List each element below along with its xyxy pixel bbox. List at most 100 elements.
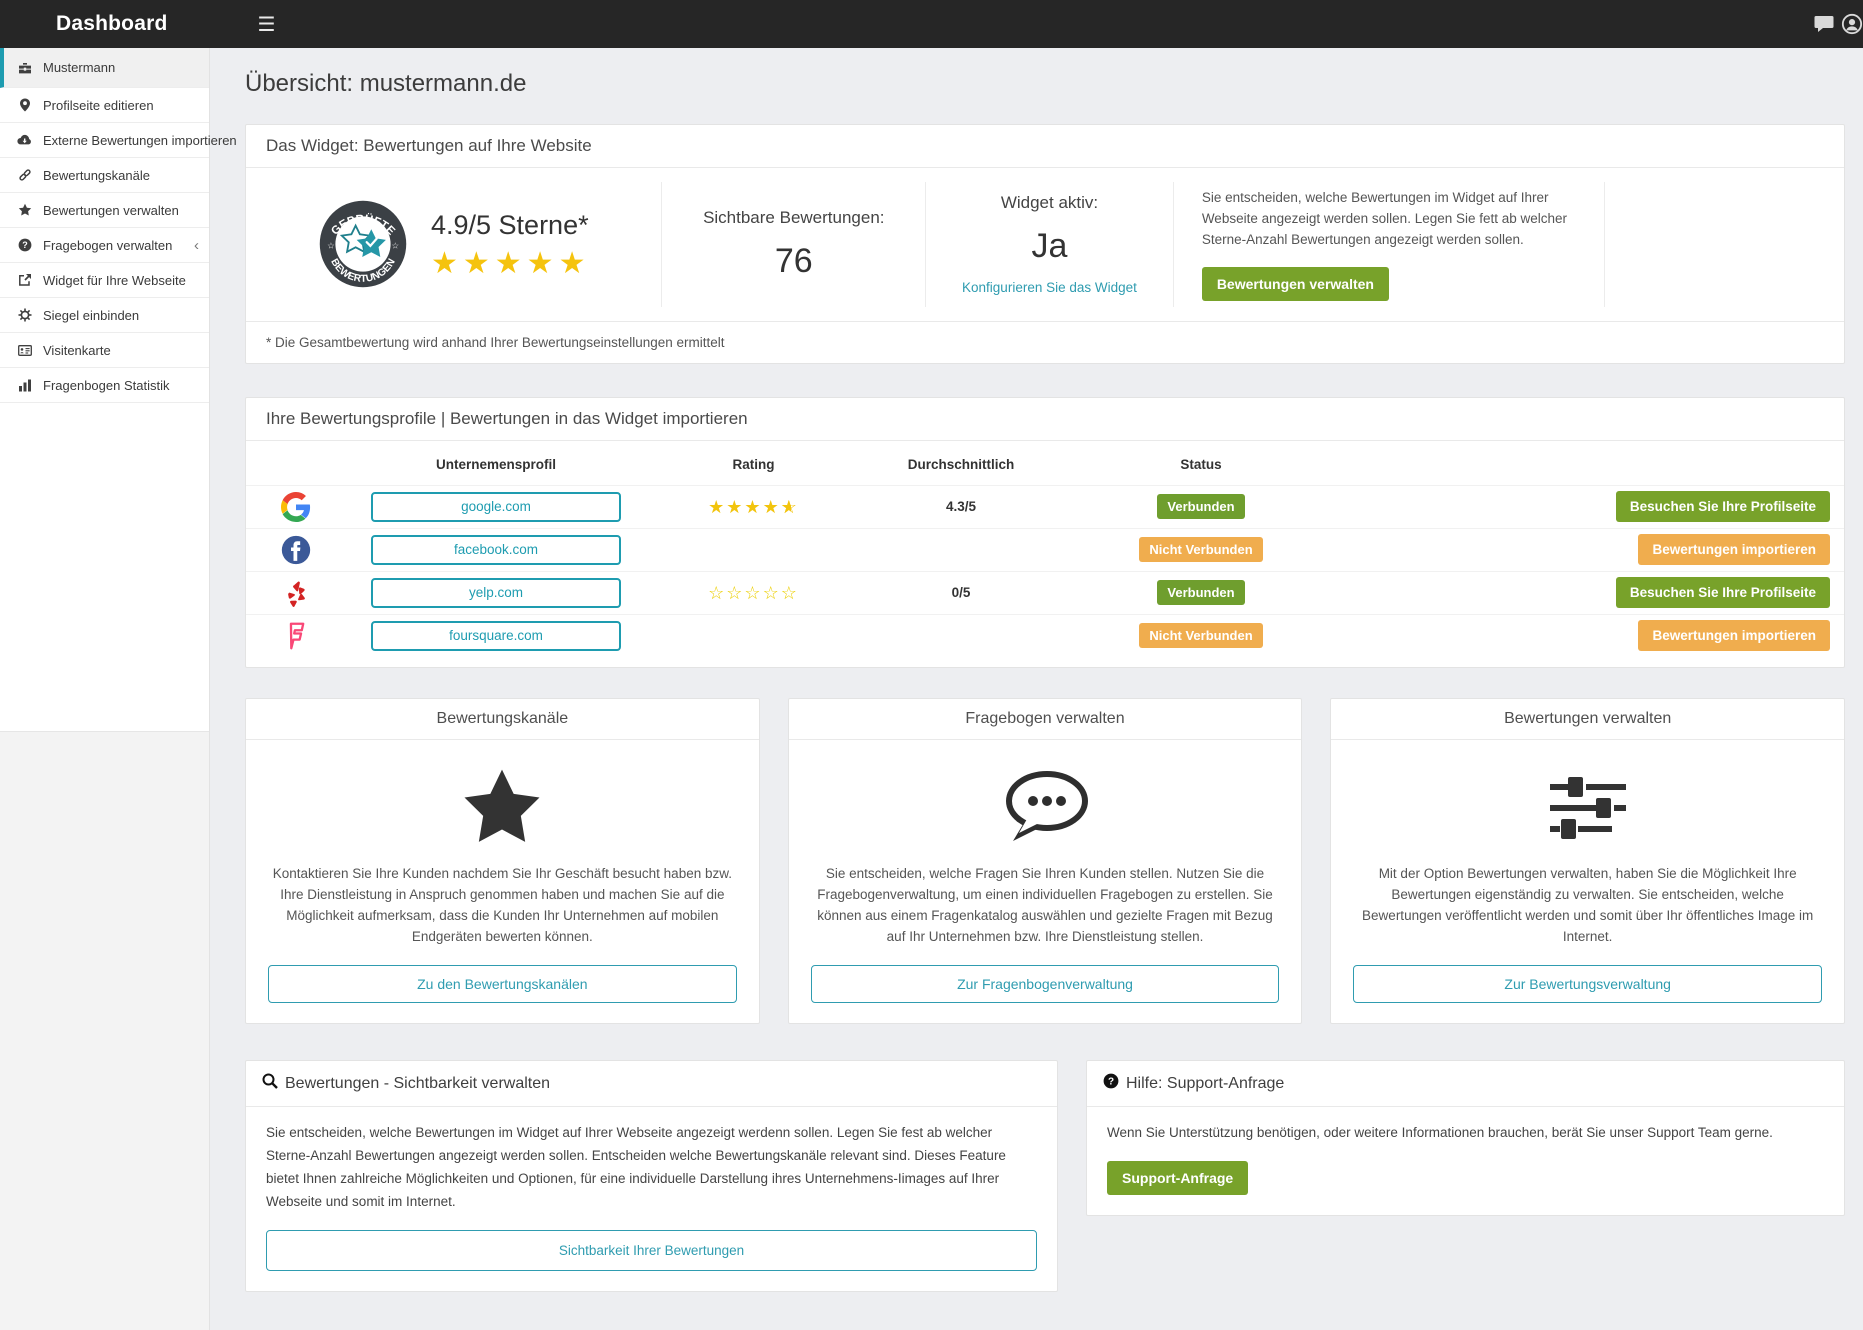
star-icon [460,762,544,854]
support-request-button[interactable]: Support-Anfrage [1107,1161,1248,1195]
feature-card-title: Bewertungskanäle [246,699,759,740]
id-card-icon [16,345,33,356]
svg-text:?: ? [1108,1077,1114,1088]
profile-link-foursquare[interactable]: foursquare.com [371,621,621,651]
widget-description-text: Sie entscheiden, welche Bewertungen im W… [1202,188,1576,251]
sidebar-item-fragenbogen-statistik[interactable]: Fragenbogen Statistik [0,368,209,403]
widget-active-label: Widget aktiv: [1001,193,1098,213]
widget-active-value: Ja [1032,227,1068,266]
cloud-download-icon [16,134,33,146]
feature-card-bewertungskanaele: Bewertungskanäle Kontaktieren Sie Ihre K… [245,698,760,1025]
profile-link-google[interactable]: google.com [371,492,621,522]
sidebar-item-externe-bewertungen-importieren[interactable]: Externe Bewertungen importieren [0,123,209,158]
sidebar-item-bewertungen-verwalten[interactable]: Bewertungen verwalten [0,193,209,228]
goto-bewertungskanaele-button[interactable]: Zu den Bewertungskanälen [268,965,737,1003]
help-card-text: Wenn Sie Unterstützung benötigen, oder w… [1107,1122,1824,1145]
profiles-card-header: Ihre Bewertungsprofile | Bewertungen in … [246,398,1844,441]
overall-rating-text: 4.9/5 Sterne* [431,210,590,241]
table-row-foursquare: foursquare.com Nicht Verbunden Bewertung… [246,614,1844,657]
svg-text:☆: ☆ [392,242,399,251]
status-badge-facebook: Nicht Verbunden [1139,537,1262,562]
briefcase-icon [16,61,33,75]
feature-card-bewertungen-verwalten: Bewertungen verwalten Mit der Option Bew… [1330,698,1845,1025]
sidebar-item-bewertungskanaele[interactable]: Bewertungskanäle [0,158,209,193]
column-header-average: Durchschnittlich [861,457,1061,472]
column-header-rating: Rating [646,457,861,472]
chat-icon[interactable] [1807,15,1841,33]
widget-footnote: * Die Gesamtbewertung wird anhand Ihrer … [246,321,1844,363]
sidebar-item-widget-fuer-ihre-webseite[interactable]: Widget für Ihre Webseite [0,263,209,298]
sidebar: Mustermann Profilseite editieren Externe… [0,48,210,1330]
map-marker-icon [16,98,33,112]
star-icon [16,203,33,217]
visibility-card-text: Sie entscheiden, welche Bewertungen im W… [266,1122,1037,1214]
help-card-title: Hilfe: Support-Anfrage [1126,1075,1284,1093]
visibility-card: Bewertungen - Sichtbarkeit verwalten Sie… [245,1060,1058,1292]
sidebar-item-siegel-einbinden[interactable]: Siegel einbinden [0,298,209,333]
page-title: Übersicht: mustermann.de [245,70,1845,98]
google-icon [246,492,346,522]
link-icon [16,168,33,182]
yelp-icon [246,579,346,607]
goto-bewertungsverwaltung-button[interactable]: Zur Bewertungsverwaltung [1353,965,1822,1003]
manage-reviews-button[interactable]: Bewertungen verwalten [1202,267,1389,301]
profile-link-facebook[interactable]: facebook.com [371,535,621,565]
chat-bubble-glyph [1814,15,1834,33]
overall-rating-stars-icon: ★★★★★ [431,249,590,279]
user-circle-glyph [1841,12,1863,36]
hamburger-menu-icon[interactable]: ☰ [258,12,276,37]
feature-card-fragebogen-verwalten: Fragebogen verwalten Sie entscheiden, we… [788,698,1303,1025]
app-title: Dashboard [56,12,168,36]
help-card: ? Hilfe: Support-Anfrage Wenn Sie Unters… [1086,1060,1845,1216]
visit-profile-button-google[interactable]: Besuchen Sie Ihre Profilseite [1616,491,1830,522]
widget-card: Das Widget: Bewertungen auf Ihre Website… [245,124,1845,364]
svg-text:?: ? [22,240,28,250]
widget-active-cell: Widget aktiv: Ja Konfigurieren Sie das W… [925,182,1173,307]
table-row-google: google.com ★★★★★☆ 4.3/5 Verbunden Besuch… [246,485,1844,528]
visibility-card-title: Bewertungen - Sichtbarkeit verwalten [285,1075,550,1093]
feature-card-text: Mit der Option Bewertungen verwalten, ha… [1353,864,1822,948]
profile-link-yelp[interactable]: yelp.com [371,578,621,608]
goto-fragenbogenverwaltung-button[interactable]: Zur Fragenbogenverwaltung [811,965,1280,1003]
configure-widget-link[interactable]: Konfigurieren Sie das Widget [962,280,1137,295]
import-reviews-button-facebook[interactable]: Bewertungen importieren [1638,534,1830,565]
chevron-left-icon: ‹ [194,237,199,254]
average-rating-google: 4.3/5 [861,499,1061,514]
user-icon[interactable] [1841,12,1863,36]
foursquare-icon [246,621,346,651]
table-row-yelp: yelp.com ☆☆☆☆☆ 0/5 Verbunden Besuchen Si… [246,571,1844,614]
review-profiles-card: Ihre Bewertungsprofile | Bewertungen in … [245,397,1845,668]
widget-description-cell: Sie entscheiden, welche Bewertungen im W… [1173,182,1604,307]
visit-profile-button-yelp[interactable]: Besuchen Sie Ihre Profilseite [1616,577,1830,608]
sidebar-item-profilseite-editieren[interactable]: Profilseite editieren [0,88,209,123]
widget-empty-cell [1604,182,1844,307]
feature-card-title: Bewertungen verwalten [1331,699,1844,740]
sliders-icon [1546,762,1630,854]
widget-card-header: Das Widget: Bewertungen auf Ihre Website [246,125,1844,168]
profiles-table-header-row: Unternemensprofil Rating Durchschnittlic… [246,445,1844,485]
column-header-profile: Unternemensprofil [346,457,646,472]
visible-reviews-label: Sichtbare Bewertungen: [703,208,884,228]
rating-stars-yelp-icon: ☆☆☆☆☆ [646,584,861,602]
sidebar-item-visitenkarte[interactable]: Visitenkarte [0,333,209,368]
facebook-icon [246,535,346,565]
status-badge-foursquare: Nicht Verbunden [1139,623,1262,648]
search-icon [262,1073,278,1094]
feature-card-title: Fragebogen verwalten [789,699,1302,740]
import-reviews-button-foursquare[interactable]: Bewertungen importieren [1638,620,1830,651]
top-navbar: Dashboard ☰ [0,0,1863,48]
table-row-facebook: facebook.com Nicht Verbunden Bewertungen… [246,528,1844,571]
seal-gear-icon [16,308,33,322]
question-circle-icon: ? [16,238,33,252]
feature-card-text: Sie entscheiden, welche Fragen Sie Ihren… [811,864,1280,948]
visibility-reviews-button[interactable]: Sichtbarkeit Ihrer Bewertungen [266,1230,1037,1271]
status-badge-google: Verbunden [1157,494,1244,519]
column-header-status: Status [1061,457,1341,472]
speech-bubble-icon [999,762,1091,854]
status-badge-yelp: Verbunden [1157,580,1244,605]
sidebar-item-mustermann[interactable]: Mustermann [0,48,209,88]
rating-stars-google-icon: ★★★★★☆ [646,498,861,516]
question-circle-icon: ? [1103,1073,1119,1094]
visible-reviews-value: 76 [775,242,813,281]
sidebar-item-fragebogen-verwalten[interactable]: ? Fragebogen verwalten ‹ [0,228,209,263]
